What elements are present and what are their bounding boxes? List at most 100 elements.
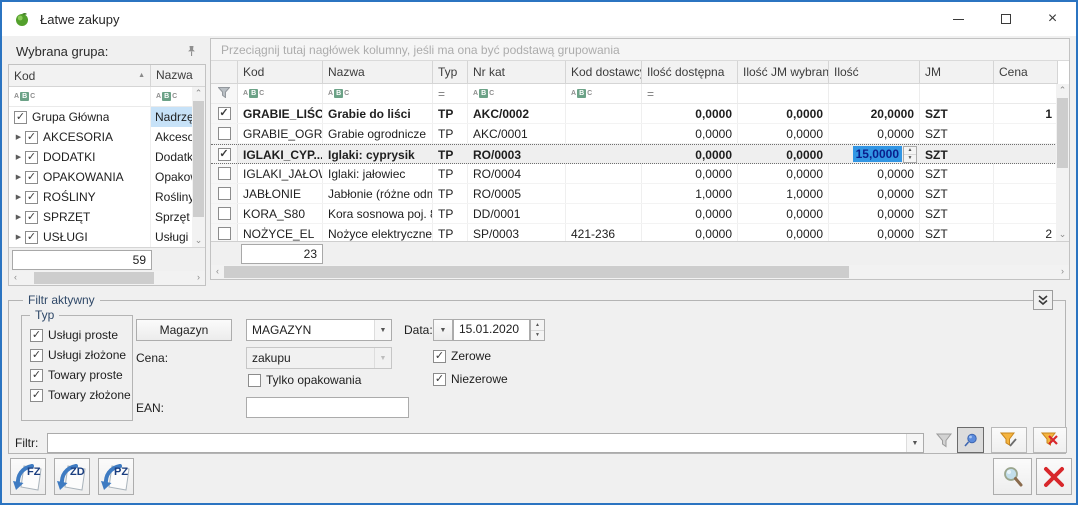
row-checkbox[interactable] [218, 187, 231, 200]
tree-vscrollbar[interactable]: ⌃ ⌄ [192, 87, 205, 247]
grid-column-header[interactable]: Cena [994, 61, 1058, 83]
minimize-button[interactable] [935, 2, 982, 36]
tree-row[interactable]: ▶✓DODATKIDodatki [9, 147, 205, 167]
scroll-down-button[interactable]: ⌄ [192, 234, 205, 247]
tree-checkbox[interactable]: ✓ [25, 231, 38, 244]
expand-icon[interactable]: ▶ [12, 193, 25, 201]
filter-clear-button[interactable] [1033, 427, 1067, 453]
filter-cell[interactable]: ABC [238, 84, 323, 103]
grid-row[interactable]: JABŁONIEJabłonie (różne odm...TPRO/00051… [211, 184, 1069, 204]
tylko-opakowania-checkbox[interactable]: Tylko opakowania [248, 373, 361, 387]
magazyn-button[interactable]: Magazyn [136, 319, 232, 341]
tree-hscrollbar[interactable]: ‹ › [9, 271, 205, 285]
dropdown-arrow-icon[interactable]: ▼ [906, 434, 923, 452]
tree-checkbox[interactable]: ✓ [25, 151, 38, 164]
grid-hscrollbar[interactable]: ‹ › [211, 265, 1069, 279]
scroll-thumb[interactable] [224, 266, 849, 278]
maximize-button[interactable] [982, 2, 1029, 36]
checkbox[interactable]: ✓ [433, 350, 446, 363]
expand-icon[interactable]: ▶ [12, 153, 25, 161]
tree-checkbox[interactable]: ✓ [25, 131, 38, 144]
tree-checkbox[interactable]: ✓ [25, 211, 38, 224]
checkbox[interactable] [248, 374, 261, 387]
spin-down-icon[interactable]: ▼ [904, 155, 916, 162]
grid-cell[interactable]: 15,0000▲▼ [829, 145, 920, 163]
close-window-button[interactable] [1036, 458, 1072, 495]
filter-cell[interactable]: ABC [468, 84, 566, 103]
scroll-up-button[interactable]: ⌃ [1056, 84, 1069, 97]
filter-cell[interactable] [829, 84, 920, 103]
tree-filter-kod[interactable]: ABC [9, 87, 151, 106]
row-checkbox[interactable] [218, 127, 231, 140]
scroll-thumb[interactable] [34, 272, 154, 284]
typ-option[interactable]: ✓Usługi złożone [30, 348, 132, 362]
scroll-right-button[interactable]: › [192, 271, 205, 284]
filter-cell[interactable] [994, 84, 1058, 103]
checkbox[interactable]: ✓ [30, 349, 43, 362]
close-button[interactable]: × [1029, 2, 1076, 36]
tree-checkbox[interactable]: ✓ [25, 191, 38, 204]
tree-row[interactable]: ▶✓OPAKOWANIAOpakowania [9, 167, 205, 187]
tree-column-kod[interactable]: Kod ▲ [9, 65, 151, 86]
tree-row[interactable]: ▶✓AKCESORIAAkcesoria [9, 127, 205, 147]
magazyn-combo[interactable]: MAGAZYN ▼ [246, 319, 392, 341]
date-spinner[interactable]: ▲ ▼ [530, 319, 545, 341]
grid-column-header[interactable]: Kod dostawcy [566, 61, 642, 83]
tree-checkbox[interactable]: ✓ [25, 171, 38, 184]
tree-row[interactable]: ▶✓ROŚLINYRośliny [9, 187, 205, 207]
quantity-spinner[interactable]: ▲▼ [903, 146, 917, 163]
typ-option[interactable]: ✓Towary proste [30, 368, 132, 382]
expand-icon[interactable]: ▶ [12, 233, 25, 241]
pin-icon[interactable] [184, 44, 198, 58]
zd-button[interactable]: ZD [54, 458, 90, 495]
grid-column-header[interactable]: JM [920, 61, 994, 83]
scroll-right-button[interactable]: › [1056, 265, 1069, 278]
scroll-up-button[interactable]: ⌃ [192, 87, 205, 100]
expand-icon[interactable]: ▶ [12, 213, 25, 221]
row-checkbox[interactable] [218, 167, 231, 180]
niezerowe-checkbox[interactable]: ✓ Niezerowe [433, 372, 508, 386]
filter-cell[interactable] [920, 84, 994, 103]
grid-row[interactable]: IGLAKI_JAŁOW...Iglaki: jałowiecTPRO/0004… [211, 164, 1069, 184]
checkbox[interactable]: ✓ [30, 389, 43, 402]
tree-row[interactable]: ✓Grupa GłównaNadrzędna [9, 107, 205, 127]
filter-funnel-toggle[interactable] [930, 427, 957, 453]
tree-column-nazwa[interactable]: Nazwa [151, 65, 205, 86]
filter-edit-button[interactable] [991, 427, 1027, 453]
dropdown-arrow-icon[interactable]: ▼ [374, 320, 391, 340]
group-by-hint[interactable]: Przeciągnij tutaj nagłówek kolumny, jeśl… [211, 39, 1069, 61]
filter-cell[interactable] [738, 84, 829, 103]
tree-checkbox[interactable]: ✓ [14, 111, 27, 124]
checkbox[interactable]: ✓ [30, 329, 43, 342]
grid-column-header[interactable]: Typ [433, 61, 468, 83]
spin-down-icon[interactable]: ▼ [531, 331, 544, 341]
filter-cell[interactable]: ABC [323, 84, 433, 103]
grid-row[interactable]: ✓GRABIE_LIŚCIEGrabie do liściTPAKC/00020… [211, 104, 1069, 124]
filter-row-indicator[interactable] [211, 84, 238, 103]
row-checkbox[interactable] [218, 227, 231, 240]
grid-vscrollbar[interactable]: ⌃ ⌄ [1056, 84, 1069, 241]
grid-row[interactable]: GRABIE_OGRGrabie ogrodniczeTPAKC/00010,0… [211, 124, 1069, 144]
zerowe-checkbox[interactable]: ✓ Zerowe [433, 349, 491, 363]
tree-row[interactable]: ▶✓SPRZĘTSprzęt [9, 207, 205, 227]
expand-icon[interactable]: ▶ [12, 133, 25, 141]
grid-row[interactable]: NOŻYCE_ELNożyce elektryczneTPSP/0003421-… [211, 224, 1069, 241]
search-button[interactable] [993, 458, 1032, 495]
grid-column-header[interactable]: Nr kat [468, 61, 566, 83]
filtr-combo[interactable]: ▼ [47, 433, 924, 453]
grid-row[interactable]: ✓IGLAKI_CYP...Iglaki: cyprysikTPRO/00030… [211, 144, 1069, 164]
grid-column-header[interactable]: Ilość [829, 61, 920, 83]
grid-column-header[interactable]: Kod [238, 61, 323, 83]
grid-row[interactable]: KORA_S80Kora sosnowa poj. 8...TPDD/00010… [211, 204, 1069, 224]
tree-row[interactable]: ▶✓USŁUGIUsługi [9, 227, 205, 247]
grid-column-header[interactable]: Ilość dostępna [642, 61, 738, 83]
ean-input[interactable] [246, 397, 409, 418]
grid-column-header[interactable]: Nazwa [323, 61, 433, 83]
filter-cell[interactable]: = [642, 84, 738, 103]
expand-icon[interactable]: ▶ [12, 173, 25, 181]
spin-up-icon[interactable]: ▲ [531, 320, 544, 331]
checkbox[interactable]: ✓ [30, 369, 43, 382]
fz-button[interactable]: FZ [10, 458, 46, 495]
checkbox[interactable]: ✓ [433, 373, 446, 386]
pz-button[interactable]: PZ [98, 458, 134, 495]
